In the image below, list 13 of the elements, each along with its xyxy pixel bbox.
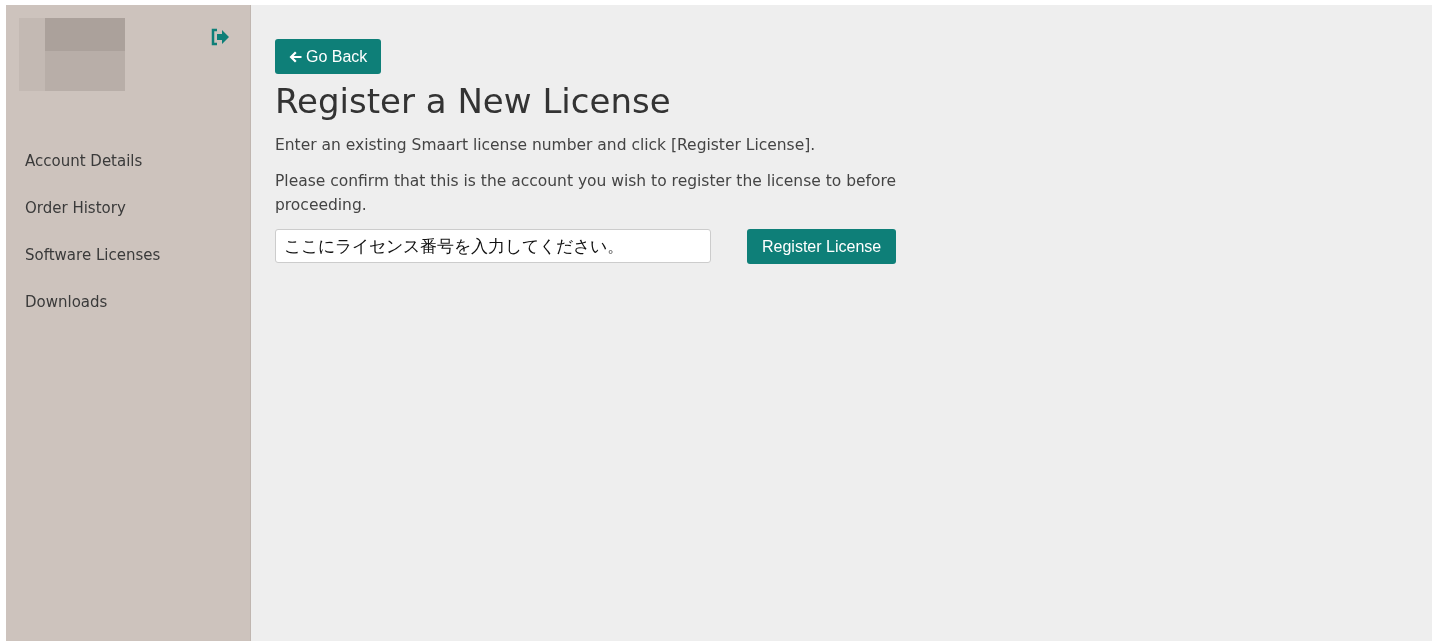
nav-link[interactable]: Order History — [25, 198, 250, 218]
button-label: Go Back — [306, 47, 368, 66]
arrow-left-icon — [289, 50, 302, 63]
nav-link[interactable]: Account Details — [25, 151, 250, 171]
instruction-text: Enter an existing Smaart license number and click [Register License]. — [275, 135, 817, 156]
page-title: Register a New License — [275, 81, 672, 121]
logout-icon[interactable] — [210, 28, 230, 46]
instruction-text: Please confirm that this is the account you wish to register the license to before proceeding. — [275, 171, 898, 216]
nav-link[interactable]: Software Licenses — [25, 245, 250, 265]
go-back-button[interactable]: Go Back — [275, 39, 382, 74]
license-number-input[interactable]: ここにライセンス番号を入力してください。 — [275, 229, 711, 263]
register-license-button[interactable]: Register License — [747, 229, 897, 264]
nav-link[interactable]: Downloads — [25, 292, 250, 312]
